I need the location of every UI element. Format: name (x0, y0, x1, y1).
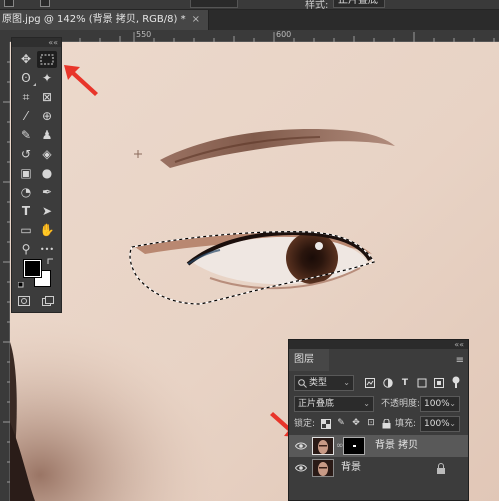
frame-tool-icon[interactable]: ⊠ (37, 89, 57, 106)
layers-tab[interactable]: 图层 (289, 349, 329, 371)
tools-panel: «« ✥ ʘ ✦ ⌗ ⊠ ⁄ ⊕ ✎ ♟ ↺ ◈ ▣ ● ◔ ✒ T ➤ ▭ ✋… (11, 37, 62, 313)
layer-thumbnail-image (313, 460, 333, 476)
ruler-top[interactable]: 550 600 (10, 30, 499, 42)
mask-link-icon[interactable]: ∞ (336, 440, 344, 452)
lock-artboard-icon[interactable]: ⊡ (366, 418, 376, 428)
chevron-down-icon: ⌄ (343, 378, 350, 387)
opacity-value: 100% (424, 399, 450, 409)
image-filter-icon[interactable] (365, 378, 375, 388)
clone-stamp-tool-icon[interactable]: ♟ (37, 127, 57, 144)
healing-brush-tool-icon[interactable]: ⊕ (37, 108, 57, 125)
layer-thumbnail (312, 437, 334, 455)
path-select-tool-icon[interactable]: ➤ (37, 203, 57, 220)
rect-marquee-tool-icon[interactable] (37, 51, 57, 68)
screen-mode-icon[interactable] (42, 296, 54, 306)
magic-wand-tool-icon[interactable]: ✦ (37, 70, 57, 87)
swap-colors-icon[interactable] (47, 258, 55, 266)
opacity-field[interactable]: 100% ⌄ (420, 396, 460, 412)
ruler-mark: 550 (136, 30, 152, 39)
eyedropper-tool-icon[interactable]: ⁄ (16, 108, 36, 125)
options-checkbox[interactable] (4, 0, 14, 7)
default-colors-icon[interactable] (18, 282, 26, 290)
layer-thumbnail (312, 459, 334, 477)
ruler-corner (0, 30, 10, 42)
layer-row[interactable]: 背景 (289, 457, 468, 479)
lock-position-icon[interactable]: ✥ (351, 418, 361, 428)
lock-all-icon[interactable] (382, 419, 391, 429)
fill-value: 100% (424, 419, 450, 429)
adjustment-filter-icon[interactable] (383, 378, 393, 388)
history-brush-tool-icon[interactable]: ↺ (16, 146, 36, 163)
chevron-down-icon: ⌄ (449, 419, 456, 428)
mode-select[interactable]: 正片叠底 (333, 0, 385, 8)
blend-mode-select[interactable]: 正片叠底 ⌄ (294, 396, 374, 412)
ruler-mark: 600 (276, 30, 292, 39)
annotation-arrow-icon (64, 65, 98, 96)
ruler-top-ticks (19, 32, 495, 42)
ruler-left-ticks (3, 61, 10, 483)
layer-thumbnail-image (313, 438, 333, 454)
layer-name: 背景 拷贝 (375, 440, 419, 451)
fill-field[interactable]: 100% ⌄ (420, 416, 460, 432)
ruler-left[interactable] (0, 42, 10, 501)
type-tool-icon[interactable]: T (16, 203, 36, 220)
options-bar: 样式: 正片叠底 (0, 0, 499, 10)
photoshop-window: 样式: 正片叠底 原图.jpg @ 142% (背景 拷贝, RGB/8) * ×… (0, 0, 499, 501)
hand-tool-icon[interactable]: ✋ (37, 222, 57, 239)
tools-panel-header[interactable]: «« (12, 38, 61, 47)
eye-highlight (315, 242, 323, 250)
mask-shape (353, 445, 356, 447)
blend-mode-value: 正片叠底 (298, 399, 335, 409)
panel-menu-icon[interactable]: ≡ (456, 356, 464, 366)
zoom-tool-icon[interactable]: ⚲ (16, 241, 36, 258)
chevron-down-icon: ⌄ (363, 399, 370, 408)
layer-row[interactable]: ∞ 背景 拷贝 (289, 435, 468, 457)
iris (286, 232, 338, 284)
brush-tool-icon[interactable]: ✎ (16, 127, 36, 144)
style-select[interactable] (190, 0, 238, 8)
visibility-eye-icon[interactable] (295, 440, 307, 452)
document-tab-bar: 原图.jpg @ 142% (背景 拷贝, RGB/8) * × (0, 10, 499, 30)
tab-close-icon[interactable]: × (192, 14, 200, 25)
document-tab-title: 原图.jpg @ 142% (背景 拷贝, RGB/8) * (2, 14, 186, 25)
shape-filter-icon[interactable] (417, 378, 427, 388)
smart-object-filter-icon[interactable] (434, 378, 444, 388)
layer-filter-select[interactable]: 类型 ⌄ (294, 375, 354, 391)
options-checkbox-2[interactable] (40, 0, 50, 7)
document-tab[interactable]: 原图.jpg @ 142% (背景 拷贝, RGB/8) * × (0, 10, 209, 30)
layers-panel-collapse[interactable]: «« (289, 340, 468, 349)
crop-tool-icon[interactable]: ⌗ (16, 89, 36, 106)
layer-lock-icon[interactable] (436, 463, 446, 474)
pen-tool-icon[interactable]: ✒ (37, 184, 57, 201)
search-icon (298, 379, 307, 388)
marquee-icon (40, 54, 54, 65)
opacity-label: 不透明度: (381, 399, 421, 409)
fill-label: 填充: (395, 419, 417, 429)
dodge-tool-icon[interactable]: ◔ (16, 184, 36, 201)
mode-label: 样式: (305, 0, 329, 10)
filter-toggle-icon[interactable] (451, 376, 461, 388)
filter-label: 类型 (309, 378, 328, 388)
type-filter-icon[interactable]: T (400, 378, 410, 388)
layer-mask-thumbnail[interactable] (343, 437, 365, 455)
lock-transparent-icon[interactable] (321, 419, 331, 429)
quick-mask-icon[interactable] (18, 296, 30, 306)
visibility-eye-icon[interactable] (295, 462, 307, 474)
blur-tool-icon[interactable]: ● (37, 165, 57, 182)
lock-pixels-icon[interactable]: ✎ (336, 418, 346, 428)
foreground-color-swatch[interactable] (23, 259, 42, 278)
lasso-tool-icon[interactable]: ʘ (16, 70, 36, 87)
eraser-tool-icon[interactable]: ◈ (37, 146, 57, 163)
gradient-tool-icon[interactable]: ▣ (16, 165, 36, 182)
chevron-down-icon: ⌄ (449, 399, 456, 408)
layer-name: 背景 (341, 462, 361, 473)
move-tool-icon[interactable]: ✥ (16, 51, 36, 68)
layers-panel: «« 图层 ≡ 类型 ⌄ T 正片叠底 ⌄ 不透明度: 100% ⌄ 锁定: ✎… (288, 339, 469, 501)
rect-shape-tool-icon[interactable]: ▭ (16, 222, 36, 239)
lock-label: 锁定: (294, 419, 316, 429)
more-tools-icon[interactable]: ••• (37, 241, 57, 258)
